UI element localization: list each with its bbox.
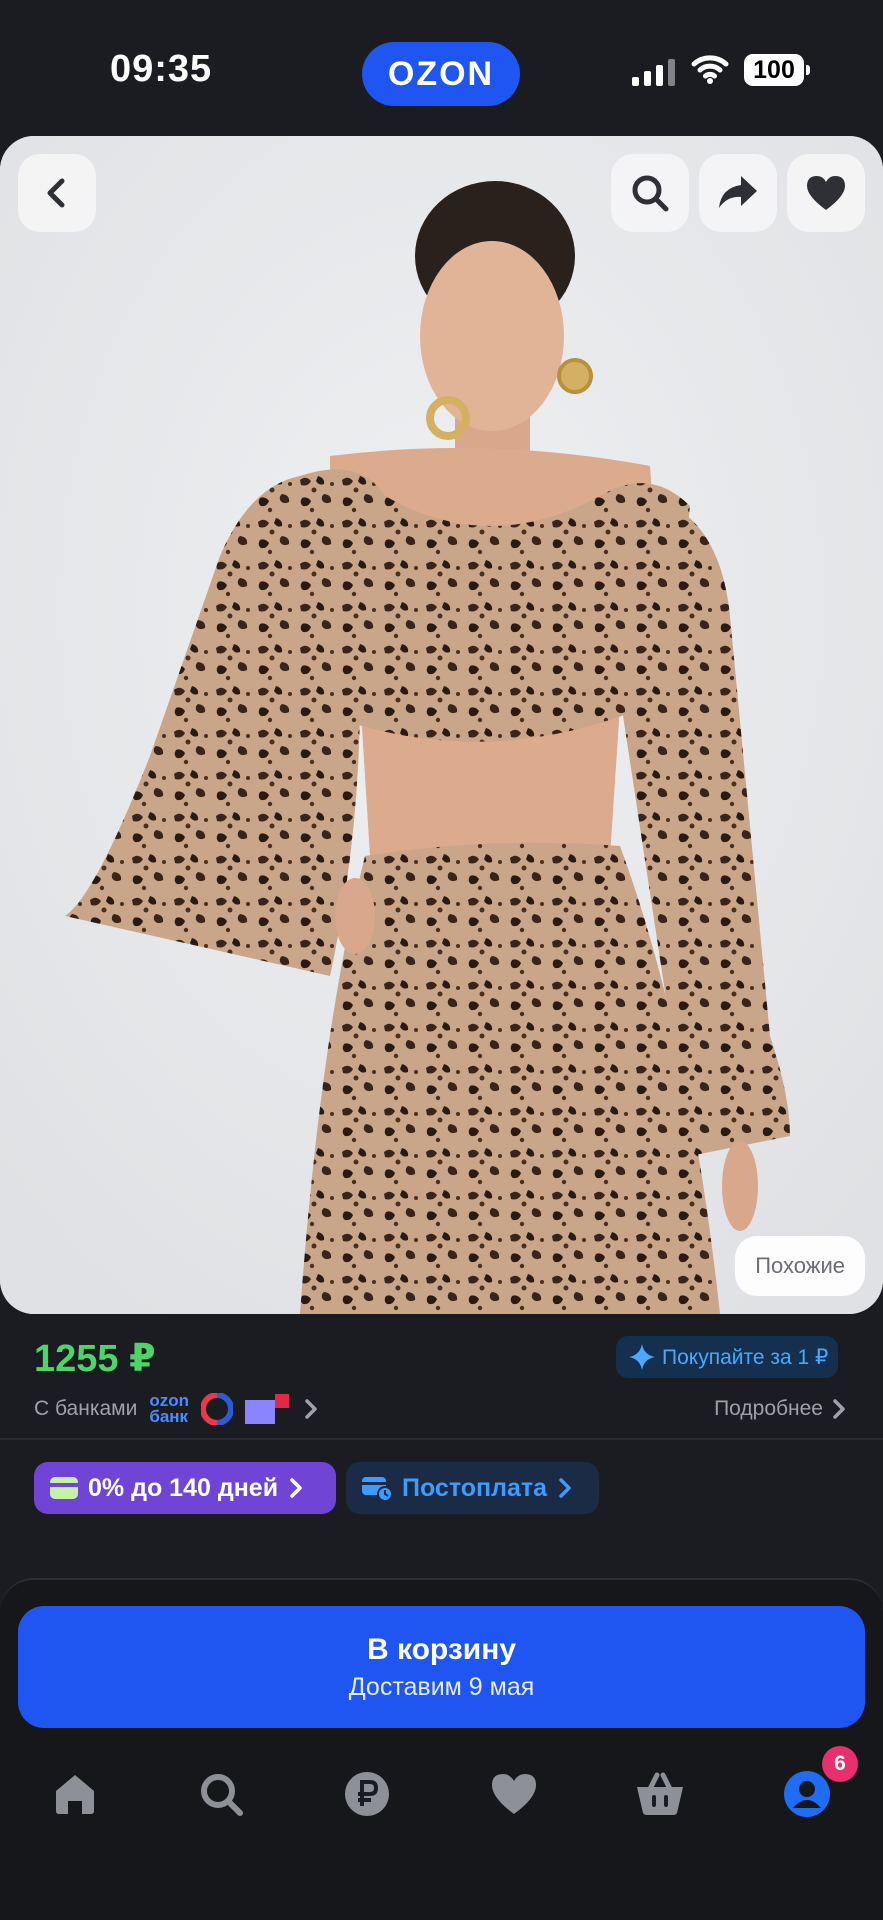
divider (0, 1438, 883, 1440)
banks-label: С банками (34, 1397, 138, 1420)
search-button[interactable] (611, 154, 689, 232)
ozon-logo[interactable]: OZON (362, 42, 520, 106)
postpay-icon (362, 1477, 392, 1501)
sparkle-icon (629, 1344, 655, 1370)
add-to-cart-label: В корзину (366, 1632, 517, 1666)
share-button[interactable] (699, 154, 777, 232)
delivery-date-label: Доставим 9 мая (348, 1672, 535, 1701)
share-icon (719, 176, 757, 208)
details-label: Подробнее (714, 1397, 823, 1420)
profile-notification-badge: 6 (822, 1746, 858, 1782)
installment-chip[interactable]: 0% до 140 дней (34, 1462, 336, 1514)
product-photo (0, 136, 883, 1314)
bank-logo-icon (200, 1393, 233, 1425)
ozon-bank-logo-line2: банк (149, 1407, 189, 1426)
postpay-label: Постоплата (402, 1473, 548, 1502)
tab-home[interactable] (40, 1764, 110, 1824)
back-button[interactable] (18, 154, 96, 232)
chevron-right-icon (833, 1399, 845, 1419)
product-gallery[interactable]: Похожие (0, 136, 883, 1314)
home-icon (56, 1775, 94, 1814)
chevron-left-icon (47, 178, 65, 208)
tab-favorites[interactable] (479, 1764, 549, 1824)
tab-cart[interactable] (625, 1764, 695, 1824)
ozon-bank-logo: ozon банк (149, 1392, 189, 1426)
bank-logo-icon-2 (244, 1394, 289, 1424)
favorite-button[interactable] (787, 154, 865, 232)
profile-icon (784, 1771, 830, 1817)
search-icon (632, 175, 669, 212)
status-bar: 09:35 OZON 100 (0, 0, 883, 140)
details-link[interactable]: Подробнее (714, 1392, 847, 1426)
battery-indicator: 100 (744, 54, 810, 86)
tab-search[interactable] (186, 1764, 256, 1824)
heart-icon (492, 1774, 536, 1814)
ruble-icon (345, 1772, 389, 1816)
status-time: 09:35 (110, 48, 213, 90)
cellular-signal-icon (632, 58, 675, 86)
tab-finance[interactable] (332, 1764, 402, 1824)
installment-label: 0% до 140 дней (88, 1473, 279, 1502)
wifi-icon (691, 55, 729, 84)
bank-offers[interactable]: С банками ozon банк (34, 1392, 321, 1426)
product-price: 1255 ₽ (34, 1338, 156, 1380)
search-icon (201, 1774, 243, 1816)
basket-icon (637, 1772, 683, 1815)
buy-for-1-ruble-badge[interactable]: Покупайте за 1 ₽ (616, 1336, 839, 1378)
chevron-right-icon (290, 1478, 302, 1498)
chevron-right-icon (305, 1399, 317, 1419)
card-icon (50, 1477, 78, 1499)
similar-products-button[interactable]: Похожие (735, 1236, 865, 1296)
postpay-chip[interactable]: Постоплата (346, 1462, 599, 1514)
chevron-right-icon (559, 1478, 571, 1498)
buy-for-1-ruble-label: Покупайте за 1 ₽ (662, 1345, 829, 1369)
heart-icon (807, 176, 845, 210)
add-to-cart-button[interactable]: В корзину Доставим 9 мая (18, 1606, 865, 1728)
